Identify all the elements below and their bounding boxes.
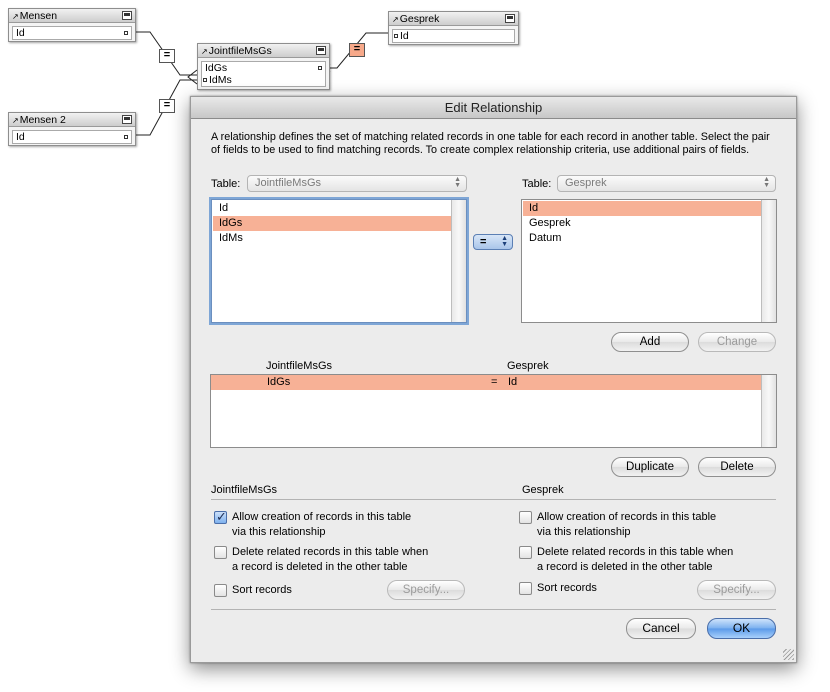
delete-related-left-label[interactable]: Delete related records in this table whe…	[232, 545, 428, 575]
key-icon	[394, 34, 398, 38]
change-button[interactable]: Change	[698, 332, 776, 352]
table-occurrence-mensen[interactable]: ↗Mensen Id	[8, 8, 136, 42]
list-item[interactable]: Id	[213, 201, 451, 216]
scrollbar[interactable]	[761, 200, 776, 322]
allow-creation-right-label[interactable]: Allow creation of records in this table …	[537, 510, 716, 540]
table-occurrence-gesprek[interactable]: ↗Gesprek Id	[388, 11, 519, 45]
dialog-description: A relationship defines the set of matchi…	[211, 131, 770, 156]
updown-arrows-icon: ▲ ▼	[454, 176, 461, 189]
collapse-icon[interactable]	[122, 11, 132, 20]
delete-button[interactable]: Delete	[698, 457, 776, 477]
relationship-mensen-jointfile[interactable]: =	[159, 49, 175, 63]
key-icon	[124, 31, 128, 35]
table-title: Gesprek	[399, 13, 440, 25]
updown-arrows-icon: ▲ ▼	[763, 176, 770, 189]
criteria-left-header: JointfileMsGs	[266, 360, 333, 372]
list-item[interactable]: Gesprek	[523, 216, 761, 231]
scrollbar[interactable]	[451, 200, 466, 322]
relationship-mensen2-jointfile[interactable]: =	[159, 99, 175, 113]
specify-left-button[interactable]: Specify...	[387, 580, 465, 600]
checkmark-icon: ✓	[216, 509, 227, 524]
resize-grip-icon[interactable]	[783, 649, 794, 660]
delete-related-left-checkbox[interactable]	[214, 546, 227, 559]
right-field-list[interactable]: Id Gesprek Datum	[521, 199, 777, 323]
field-row[interactable]: Id	[13, 131, 131, 143]
list-item[interactable]: Datum	[523, 231, 761, 246]
table-occurrence-jointfilemsgs[interactable]: ↗JointfileMsGs IdGs IdMs	[197, 43, 330, 90]
left-field-list[interactable]: Id IdGs IdMs	[211, 199, 467, 323]
table-title: Mensen	[19, 10, 58, 22]
collapse-icon[interactable]	[122, 115, 132, 124]
list-item[interactable]: IdMs	[213, 231, 451, 246]
collapse-icon[interactable]	[505, 14, 515, 23]
relationship-jointfile-gesprek[interactable]: =	[349, 43, 365, 57]
specify-right-button[interactable]: Specify...	[697, 580, 776, 600]
right-table-popup[interactable]: Gesprek ▲ ▼	[557, 175, 776, 192]
sort-records-left-label[interactable]: Sort records	[232, 583, 292, 598]
delete-related-right-label[interactable]: Delete related records in this table whe…	[537, 545, 733, 575]
updown-arrows-icon: ▲ ▼	[501, 235, 508, 248]
divider	[211, 499, 776, 500]
field-row[interactable]: Id	[13, 27, 131, 39]
allow-creation-left-checkbox[interactable]: ✓	[214, 509, 227, 524]
divider	[211, 609, 776, 610]
table-occurrence-mensen-2[interactable]: ↗Mensen 2 Id	[8, 112, 136, 146]
key-icon	[318, 66, 322, 70]
list-item[interactable]: Id	[523, 201, 761, 216]
field-row[interactable]: IdMs	[202, 74, 325, 86]
operator-popup[interactable]: = ▲ ▼	[473, 234, 513, 250]
right-table-label: Table:	[522, 178, 552, 190]
field-row[interactable]: IdGs	[202, 62, 325, 74]
key-icon	[124, 135, 128, 139]
left-table-popup[interactable]: JointfileMsGs ▲ ▼	[247, 175, 467, 192]
edit-relationship-dialog: Edit Relationship A relationship defines…	[190, 96, 797, 663]
key-icon	[203, 78, 207, 82]
field-row[interactable]: Id	[393, 30, 514, 42]
dialog-title[interactable]: Edit Relationship	[191, 97, 796, 119]
pin-icon: ↗	[12, 12, 19, 21]
allow-creation-left-label[interactable]: Allow creation of records in this table …	[232, 510, 411, 540]
pin-icon: ↗	[201, 47, 208, 56]
delete-related-right-checkbox[interactable]	[519, 546, 532, 559]
scrollbar[interactable]	[761, 375, 776, 447]
sort-records-right-checkbox[interactable]	[519, 582, 532, 595]
table-title: Mensen 2	[19, 114, 66, 126]
sort-records-left-checkbox[interactable]	[214, 584, 227, 597]
table-row[interactable]: IdGs = Id	[211, 375, 762, 390]
criteria-list[interactable]: IdGs = Id	[210, 374, 777, 448]
allow-creation-right-checkbox[interactable]	[519, 511, 532, 524]
sort-records-right-label[interactable]: Sort records	[537, 581, 597, 596]
table-title: JointfileMsGs	[208, 45, 272, 57]
criteria-right-header: Gesprek	[507, 360, 549, 372]
duplicate-button[interactable]: Duplicate	[611, 457, 689, 477]
list-item[interactable]: IdGs	[213, 216, 451, 231]
left-options-header: JointfileMsGs	[211, 484, 278, 496]
collapse-icon[interactable]	[316, 46, 326, 55]
add-button[interactable]: Add	[611, 332, 689, 352]
left-table-label: Table:	[211, 178, 241, 190]
right-options-header: Gesprek	[522, 484, 564, 496]
ok-button[interactable]: OK	[707, 618, 776, 639]
pin-icon: ↗	[392, 15, 399, 24]
pin-icon: ↗	[12, 116, 19, 125]
cancel-button[interactable]: Cancel	[626, 618, 696, 639]
